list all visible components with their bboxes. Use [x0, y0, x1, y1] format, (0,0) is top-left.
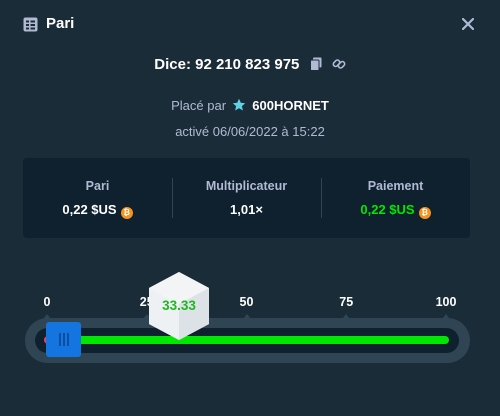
slider-handle[interactable] — [46, 322, 81, 357]
stat-value: 0,22 $US — [62, 202, 117, 217]
username-link[interactable]: 600HORNET — [252, 98, 329, 113]
vip-star-icon — [232, 98, 245, 111]
link-icon[interactable] — [332, 57, 346, 71]
modal-header: Pari — [0, 0, 500, 48]
stat-value: 1,01× — [230, 202, 263, 217]
stat-value-container: 0,22 $US ₿ — [321, 202, 470, 219]
stat-label: Pari — [85, 179, 110, 193]
stat-payout: Paiement 0,22 $US ₿ — [321, 158, 470, 238]
bet-id-line: Dice: 92 210 823 975 — [0, 56, 500, 73]
roll-result: 33.33 — [162, 298, 196, 313]
bitcoin-icon: ₿ — [120, 207, 133, 219]
stat-multiplier: Multiplicateur 1,01× — [172, 158, 321, 238]
stat-label: Multiplicateur — [205, 179, 288, 193]
stat-bet: Pari 0,22 $US ₿ — [23, 158, 172, 238]
placed-by-line: Placé par 600HORNET — [0, 98, 500, 113]
copy-icon[interactable] — [309, 57, 322, 71]
bet-id-text: Dice: 92 210 823 975 — [154, 56, 300, 73]
slider-tick-label: 50 — [239, 295, 254, 309]
stat-value-container: 0,22 $US ₿ — [23, 202, 172, 219]
slider-tick-label: 100 — [435, 295, 457, 309]
bet-stats-panel: Pari 0,22 $US ₿ Multiplicateur 1,01× Paie… — [23, 158, 470, 238]
placed-by-label: Placé par — [171, 98, 227, 113]
slider-win-range — [54, 336, 449, 344]
bet-slip-icon — [23, 17, 38, 32]
slider-tick-label: 75 — [339, 295, 354, 309]
stat-label: Paiement — [367, 179, 424, 193]
bet-details-modal: Pari Dice: 92 210 823 975 Placé par 600H… — [0, 0, 500, 416]
grip-line — [63, 333, 65, 346]
bitcoin-icon: ₿ — [418, 207, 431, 219]
stat-value: 0,22 $US — [360, 202, 415, 217]
slider-tick-label: 0 — [43, 295, 51, 309]
grip-line — [67, 333, 69, 346]
modal-title: Pari — [46, 15, 75, 32]
close-icon[interactable] — [462, 18, 474, 30]
bet-date: activé 06/06/2022 à 15:22 — [175, 124, 325, 139]
grip-line — [59, 333, 61, 346]
